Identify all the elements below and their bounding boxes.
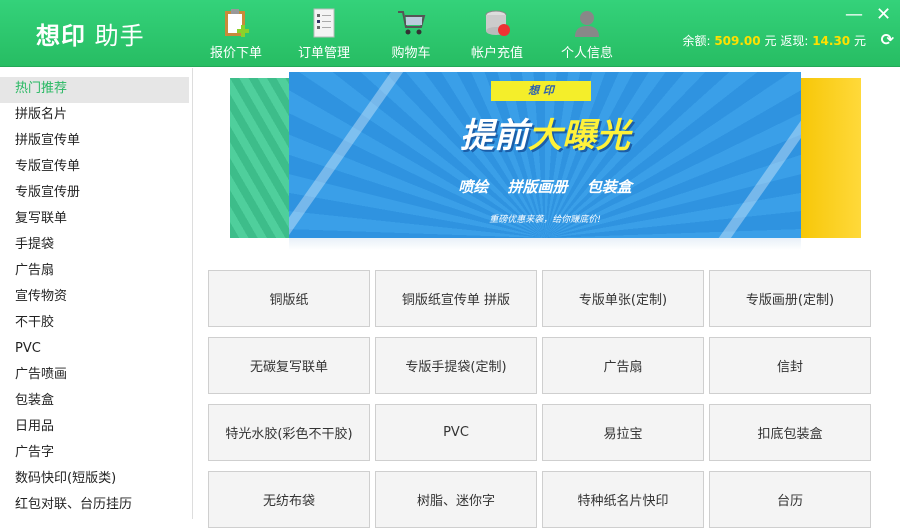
product-card[interactable]: 无碳复写联单 <box>208 337 370 394</box>
nav-recharge[interactable]: 帐户充值 <box>459 8 535 61</box>
sidebar-item[interactable]: 拼版名片 <box>0 103 189 129</box>
sidebar-item[interactable]: 热门推荐 <box>0 77 189 103</box>
product-card[interactable]: PVC <box>375 404 537 461</box>
minimize-button[interactable]: — <box>845 4 863 25</box>
cashback-unit: 元 <box>853 34 866 48</box>
product-card[interactable]: 专版画册(定制) <box>709 270 871 327</box>
nav-cart[interactable]: 购物车 <box>373 8 449 61</box>
banner-headline: 提前大曝光 <box>289 108 801 157</box>
clipboard-add-icon <box>221 8 251 38</box>
close-button[interactable]: ✕ <box>876 4 891 25</box>
logo-brand: 想印 <box>36 22 86 50</box>
product-card[interactable]: 专版单张(定制) <box>542 270 704 327</box>
cashback-label: 返现: <box>780 34 809 48</box>
nav-label: 报价下单 <box>209 46 262 61</box>
cashback-value: 14.30 <box>812 34 851 48</box>
product-card[interactable]: 铜版纸 <box>208 270 370 327</box>
nav-order-management[interactable]: 订单管理 <box>286 8 362 61</box>
sidebar-item[interactable]: 广告字 <box>0 441 189 467</box>
checklist-icon <box>309 8 339 38</box>
logo-text: 助手 <box>86 22 145 50</box>
banner-slogan: 重磅优惠来袭，给你赚底价! <box>489 215 601 225</box>
sidebar-item[interactable]: 专版宣传单 <box>0 155 189 181</box>
product-grid: 铜版纸 铜版纸宣传单 拼版 专版单张(定制) 专版画册(定制) 无碳复写联单 专版手提袋(… <box>208 270 871 528</box>
product-card[interactable]: 特种纸名片快印 <box>542 471 704 528</box>
headline-yellow: 大曝光 <box>528 116 630 156</box>
banner-main-slide: 想 印 提前大曝光 喷绘 拼版画册 包装盒 重磅优惠来袭，给你赚底价! <box>289 72 801 238</box>
nav-label: 个人信息 <box>560 46 613 61</box>
product-card[interactable]: 铜版纸宣传单 拼版 <box>375 270 537 327</box>
sidebar-item[interactable]: 宣传物资 <box>0 285 189 311</box>
sidebar-item[interactable]: 不干胶 <box>0 311 189 337</box>
product-card[interactable]: 信封 <box>709 337 871 394</box>
category-sidebar: 热门推荐 拼版名片 拼版宣传单 专版宣传单 专版宣传册 复写联单 手提袋 广告扇 宣传物资 不干胶… <box>0 68 193 519</box>
nav-label: 购物车 <box>391 46 431 61</box>
sidebar-item[interactable]: 广告扇 <box>0 259 189 285</box>
sidebar-item[interactable]: 广告喷画 <box>0 363 189 389</box>
sidebar-item[interactable]: 专版宣传册 <box>0 181 189 207</box>
nav-label: 帐户充值 <box>470 46 523 61</box>
refresh-icon[interactable]: ⟳ <box>881 30 894 49</box>
balance-unit: 元 <box>764 34 777 48</box>
nav-personal-info[interactable]: 个人信息 <box>549 8 625 61</box>
product-card[interactable]: 特光水胶(彩色不干胶) <box>208 404 370 461</box>
product-card[interactable]: 扣底包装盒 <box>709 404 871 461</box>
balance-info: 余额: 509.00 元 返现: 14.30 元 <box>682 32 866 49</box>
banner-reflection <box>289 238 801 250</box>
sidebar-item[interactable]: PVC <box>0 337 189 363</box>
sidebar-item[interactable]: 复写联单 <box>0 207 189 233</box>
banner-categories: 喷绘 拼版画册 包装盒 <box>458 178 632 196</box>
sidebar-item[interactable]: 包装盒 <box>0 389 189 415</box>
product-card[interactable]: 专版手提袋(定制) <box>375 337 537 394</box>
banner-next-slide <box>791 78 861 238</box>
sidebar-item[interactable]: 拼版宣传单 <box>0 129 189 155</box>
balance-label: 余额: <box>682 34 711 48</box>
user-icon <box>572 8 602 38</box>
app-logo: 想印 助手 <box>36 16 145 51</box>
product-card[interactable]: 无纺布袋 <box>208 471 370 528</box>
promo-banner[interactable]: 想 印 提前大曝光 喷绘 拼版画册 包装盒 重磅优惠来袭，给你赚底价! <box>230 70 861 250</box>
cart-icon <box>396 8 426 38</box>
database-icon <box>482 8 512 38</box>
banner-ribbon: 想 印 <box>491 81 591 101</box>
product-card[interactable]: 广告扇 <box>542 337 704 394</box>
product-card[interactable]: 树脂、迷你字 <box>375 471 537 528</box>
headline-white: 提前 <box>460 116 528 156</box>
sidebar-item[interactable]: 日用品 <box>0 415 189 441</box>
sidebar-item[interactable]: 手提袋 <box>0 233 189 259</box>
product-card[interactable]: 台历 <box>709 471 871 528</box>
product-card[interactable]: 易拉宝 <box>542 404 704 461</box>
balance-value: 509.00 <box>714 34 761 48</box>
nav-label: 订单管理 <box>297 46 350 61</box>
header: 想印 助手 报价下单 订单管理 购物车 帐户充值 个人信息 — ✕ 余额: 50… <box>0 0 900 67</box>
sidebar-item[interactable]: 红包对联、台历挂历 <box>0 493 189 519</box>
sidebar-item[interactable]: 数码快印(短版类) <box>0 467 189 493</box>
nav-quote-order[interactable]: 报价下单 <box>198 8 274 61</box>
